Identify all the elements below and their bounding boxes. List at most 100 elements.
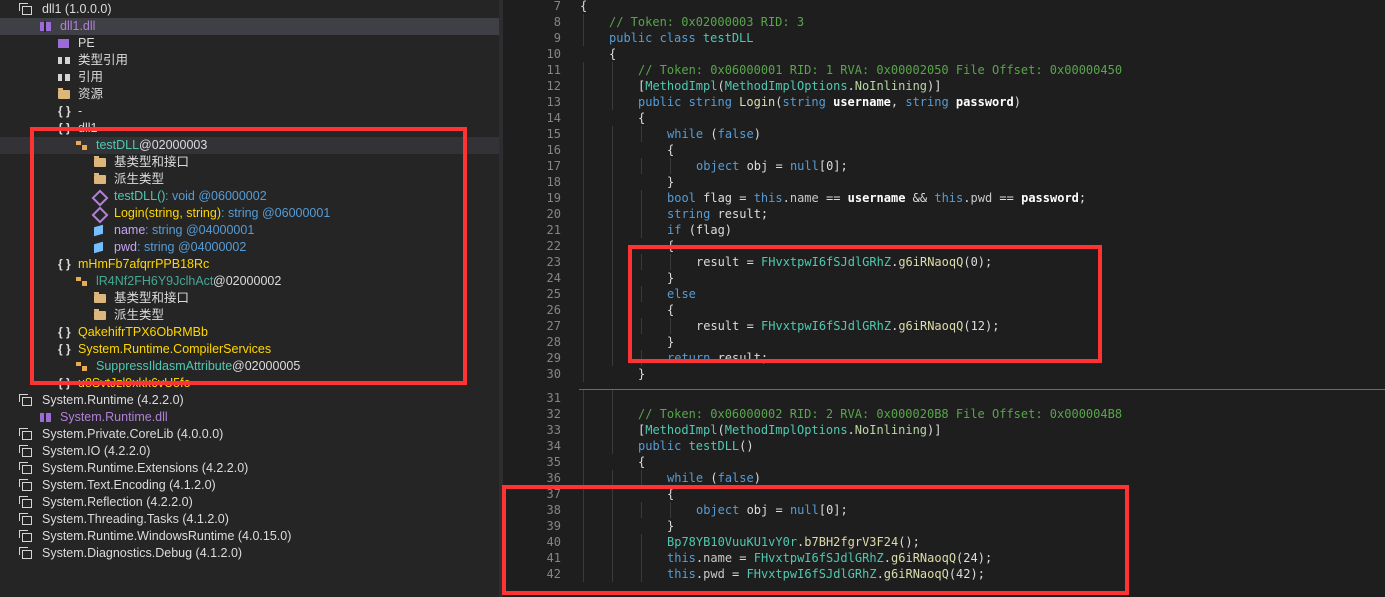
code-line[interactable]: 14 { [503,110,1385,126]
code-line[interactable]: 16 { [503,142,1385,158]
tree-node[interactable]: System.IO (4.2.2.0) [0,443,499,460]
code-line[interactable]: 36 while (false) [503,470,1385,486]
code-editor[interactable]: 7{8 // Token: 0x02000003 RID: 3 9 public cl… [503,0,1385,597]
tree-node[interactable]: { } QakehifrTPX6ObRMBb [0,324,499,341]
tree-node[interactable]: { } u8SvtJzl9xkk6vU5fo [0,375,499,392]
tree-node[interactable]: SuppressIldasmAttribute @02000005 [0,358,499,375]
code-line[interactable]: 15 while (false) [503,126,1385,142]
code-line[interactable]: 22 { [503,238,1385,254]
tree-node[interactable]: System.Diagnostics.Debug (4.1.2.0) [0,545,499,562]
indent-guide [612,286,613,302]
tree-node[interactable]: { } dll1 [0,120,499,137]
code-token: obj = [746,503,790,517]
tree-node[interactable]: System.Private.CoreLib (4.0.0.0) [0,426,499,443]
indent-guide [641,286,642,302]
code-line[interactable]: 17 object obj = null[0]; [503,158,1385,174]
code-line[interactable]: 41 this.name = FHvxtpwI6fSJdlGRhZ.g6iRNao… [503,550,1385,566]
tree-node[interactable]: System.Runtime.WindowsRuntime (4.0.15.0) [0,528,499,545]
code-token: . [847,79,855,93]
tree-node[interactable]: System.Runtime.Extensions (4.2.2.0) [0,460,499,477]
code-line[interactable]: 28} [503,334,1385,350]
line-number: 41 [546,551,561,565]
code-line[interactable]: 25 else [503,286,1385,302]
code-line[interactable]: 35 { [503,454,1385,470]
code-line[interactable]: 40 Bp78YB10VuuKU1vY0r.b7BH2fgrV3F24(); [503,534,1385,550]
tree-node[interactable]: System.Runtime (4.2.2.0) [0,392,499,409]
line-number: 8 [553,15,561,29]
code-line[interactable]: 29 return result; [503,350,1385,366]
tree-node[interactable]: { } - [0,103,499,120]
code-token: result; [717,207,769,221]
code-line[interactable]: 34 public testDLL() [503,438,1385,454]
class-icon [76,141,87,150]
tree-node[interactable]: { } mHmFb7afqrrPPB18Rc [0,256,499,273]
tree-node[interactable]: System.Reflection (4.2.2.0) [0,494,499,511]
tree-node[interactable]: System.Runtime.dll [0,409,499,426]
tree-node[interactable]: testDLL() : void @06000002 [0,188,499,207]
assembly-icon [19,530,32,542]
code-line[interactable]: 30} [503,366,1385,382]
indent-guide [612,438,613,454]
code-line[interactable]: 9 public class testDLL [503,30,1385,46]
code-line[interactable]: 42 this.pwd = FHvxtpwI6fSJdlGRhZ.g6iRNaoq… [503,566,1385,582]
code-line[interactable]: 37 { [503,486,1385,502]
code-line[interactable]: 8 // Token: 0x02000003 RID: 3 [503,14,1385,30]
code-line[interactable]: 21 if (flag) [503,222,1385,238]
code-token: false [717,127,754,141]
code-line[interactable]: 39} [503,518,1385,534]
code-text: string result; [667,206,768,222]
code-line[interactable]: 32 // Token: 0x06000002 RID: 2 RVA: 0x000… [503,406,1385,422]
code-line[interactable]: 24} [503,270,1385,286]
tree-node[interactable]: pwd : string @04000002 [0,239,499,256]
code-token: { [667,487,675,501]
code-line[interactable]: 33 [MethodImpl(MethodImplOptions.NoInlini… [503,422,1385,438]
indent-guide [583,142,584,158]
code-line[interactable]: 18} [503,174,1385,190]
code-line[interactable]: 7{ [503,0,1385,14]
tree-node[interactable]: 基类型和接口 [0,290,499,307]
code-line[interactable]: 31 [503,390,1385,406]
code-line[interactable]: 23 result = FHvxtpwI6fSJdlGRhZ.g6iRNaoqQ(… [503,254,1385,270]
assembly-icon [19,3,32,15]
code-token: && [905,191,935,205]
tree-node[interactable]: 类型引用 [0,52,499,69]
code-line[interactable]: 19 bool flag = this.name == username && t… [503,190,1385,206]
indent-guide [583,534,584,550]
code-token: // Token: 0x02000003 RID: 3 [609,15,805,29]
code-line[interactable]: 13 public string Login(string username, s… [503,94,1385,110]
tree-node[interactable]: System.Threading.Tasks (4.1.2.0) [0,511,499,528]
tree-node[interactable]: { } System.Runtime.CompilerServices [0,341,499,358]
tree-node[interactable]: testDLL @02000003 [0,137,499,154]
code-line[interactable]: 38 object obj = null[0]; [503,502,1385,518]
tree-node[interactable]: dll1.dll [0,18,499,35]
tree-node[interactable]: dll1 (1.0.0.0) [0,1,499,18]
code-line[interactable]: 20 string result; [503,206,1385,222]
tree-node[interactable]: 资源 [0,86,499,103]
line-number: 34 [546,439,561,453]
code-line[interactable]: 11 // Token: 0x06000001 RID: 1 RVA: 0x000… [503,62,1385,78]
tree-node[interactable]: lR4Nf2FH6Y9JclhAct @02000002 [0,273,499,290]
tree-node[interactable]: PE [0,35,499,52]
indent-guide [583,270,584,286]
code-text: return result; [667,350,768,366]
tree-node[interactable]: 基类型和接口 [0,154,499,171]
code-line[interactable]: 27 result = FHvxtpwI6fSJdlGRhZ.g6iRNaoqQ(… [503,318,1385,334]
code-line[interactable]: 10 { [503,46,1385,62]
indent-guide [641,126,642,142]
code-token: result; [717,351,769,365]
code-line[interactable]: 26 { [503,302,1385,318]
assembly-explorer-tree[interactable]: dll1 (1.0.0.0) dll1.dll PE 类型引用 引用 资源{ } -{ } d… [0,0,499,597]
tree-node[interactable]: System.Text.Encoding (4.1.2.0) [0,477,499,494]
indent-guide [583,406,584,422]
tree-node[interactable]: 引用 [0,69,499,86]
tree-node[interactable]: 派生类型 [0,307,499,324]
code-token: string [667,207,718,221]
tree-node[interactable]: Login(string, string) : string @06000001 [0,205,499,224]
tree-node[interactable]: name : string @04000001 [0,222,499,239]
line-number: 35 [546,455,561,469]
tree-node-label: System.Runtime.CompilerServices [78,342,272,356]
code-line[interactable]: 12 [MethodImpl(MethodImplOptions.NoInlini… [503,78,1385,94]
code-token: FHvxtpwI6fSJdlGRhZ [753,551,884,565]
tree-node-label: 基类型和接口 [114,291,190,305]
tree-node[interactable]: 派生类型 [0,171,499,188]
